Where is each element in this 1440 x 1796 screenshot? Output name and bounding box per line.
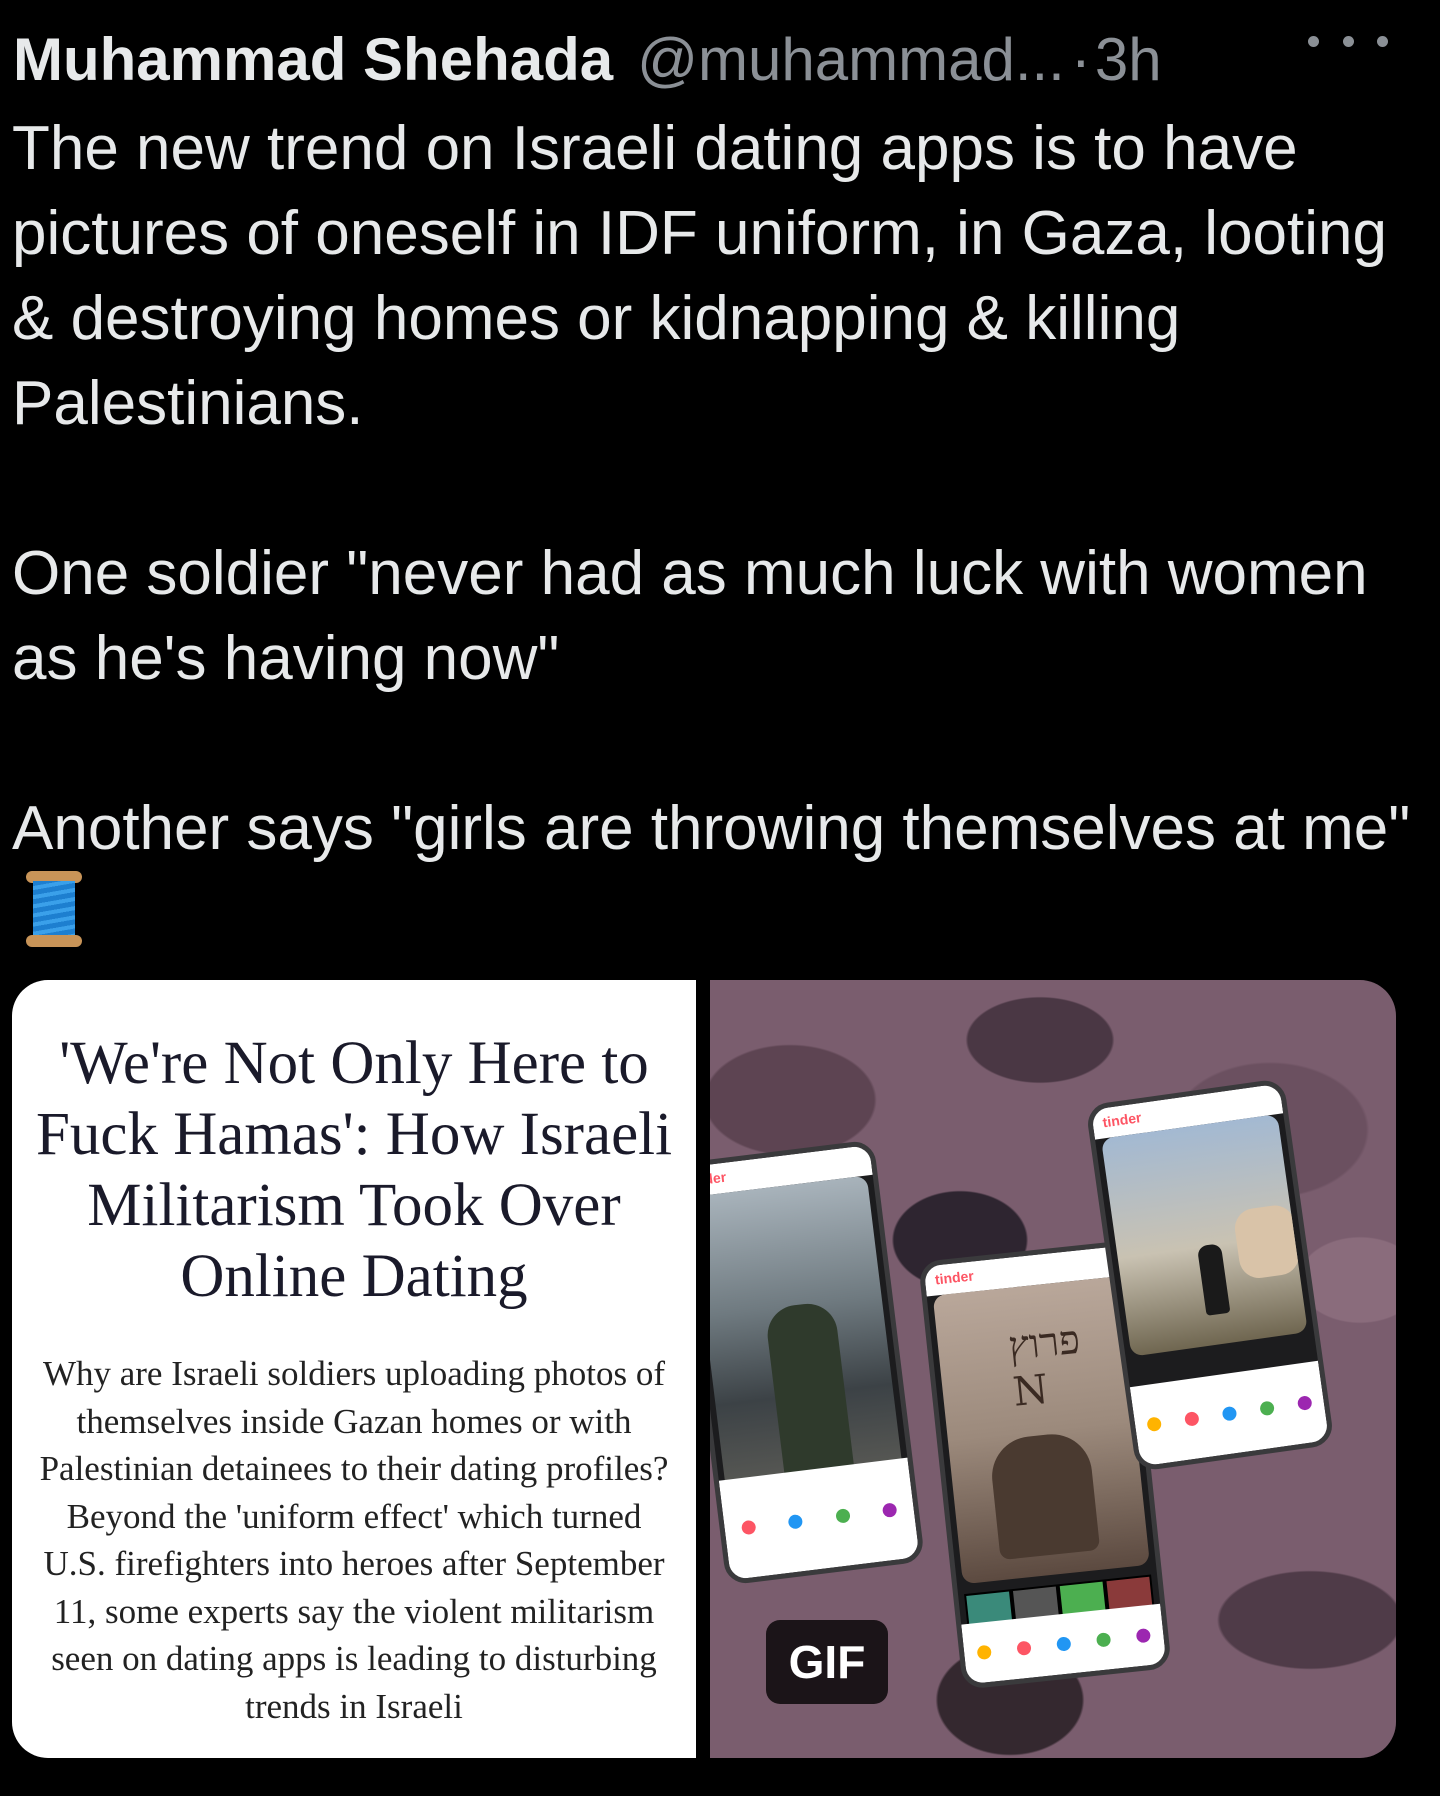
author-handle[interactable]: @muhammad...	[637, 20, 1065, 100]
phone-mockup-1: inder	[710, 1139, 926, 1586]
article-description: Why are Israeli soldiers uploading photo…	[39, 1354, 669, 1726]
profile-photo-soldier	[710, 1175, 904, 1495]
more-options-icon[interactable]	[1308, 24, 1388, 58]
tweet-paragraph-3: Another says "girls are throwing themsel…	[12, 786, 1412, 957]
article-screenshot[interactable]: 'We're Not Only Here to Fuck Hamas': How…	[12, 980, 696, 1758]
timestamp[interactable]: 3h	[1095, 20, 1162, 100]
separator: ·	[1070, 26, 1091, 93]
gif-image[interactable]: inder tinder פרוץ N tinder GIF	[710, 980, 1396, 1758]
media-divider	[696, 980, 710, 1758]
tweet: Muhammad Shehada @muhammad... · 3h The n…	[0, 0, 1440, 1796]
tweet-text: The new trend on Israeli dating apps is …	[12, 106, 1412, 957]
tweet-paragraph-2: One soldier "never had as much luck with…	[12, 539, 1385, 693]
tweet-header: Muhammad Shehada @muhammad... · 3h	[13, 20, 1413, 100]
tweet-paragraph-1: The new trend on Israeli dating apps is …	[12, 114, 1405, 438]
author-name[interactable]: Muhammad Shehada	[13, 20, 613, 100]
wall-text: פרוץ N	[1006, 1316, 1083, 1416]
action-bar	[718, 1457, 920, 1581]
profile-photo-field	[1100, 1114, 1308, 1357]
gif-badge[interactable]: GIF	[766, 1620, 888, 1704]
spool-of-thread-icon	[26, 871, 82, 947]
media-container[interactable]: 'We're Not Only Here to Fuck Hamas': How…	[12, 980, 1396, 1758]
article-title: 'We're Not Only Here to Fuck Hamas': How…	[35, 1030, 673, 1310]
